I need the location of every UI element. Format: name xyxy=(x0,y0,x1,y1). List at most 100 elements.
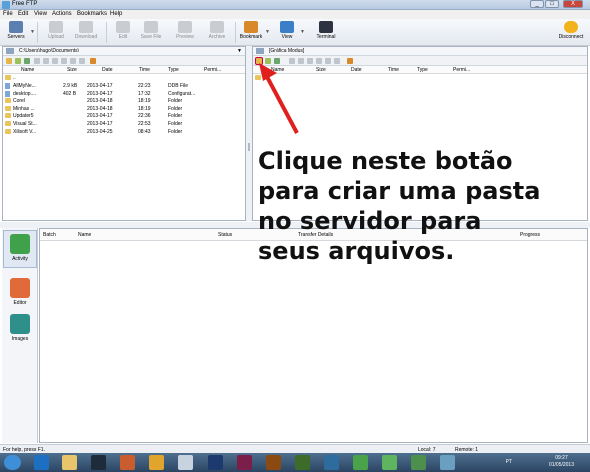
activity-arrows-icon xyxy=(10,234,30,254)
file-date: 2013-04-17 xyxy=(87,83,113,89)
bookmark-small-icon[interactable] xyxy=(90,58,96,64)
copy-icon[interactable] xyxy=(52,58,58,64)
disconnect-button[interactable]: Disconnect xyxy=(555,21,587,45)
upload-button[interactable]: Upload xyxy=(43,21,69,45)
ie-icon[interactable] xyxy=(34,455,49,470)
file-time: 22:36 xyxy=(138,113,151,120)
annotation-line-1: Clique neste botão xyxy=(258,147,513,175)
explorer-icon[interactable] xyxy=(62,455,77,470)
view-dropdown-icon[interactable]: ▼ xyxy=(300,29,305,35)
app-icon[interactable] xyxy=(382,455,397,470)
menu-bookmarks[interactable]: Bookmarks xyxy=(77,11,107,17)
menu-actions[interactable]: Actions xyxy=(52,11,72,17)
new-folder-icon[interactable] xyxy=(6,58,12,64)
activity-label: Activity xyxy=(12,256,28,262)
download-label: Download xyxy=(74,34,98,40)
properties-icon[interactable] xyxy=(43,58,49,64)
delete-icon[interactable] xyxy=(61,58,67,64)
photoshop-icon[interactable] xyxy=(208,455,223,470)
menu-file[interactable]: File xyxy=(3,11,13,17)
up-folder-icon[interactable] xyxy=(24,58,30,64)
servers-dropdown-icon[interactable]: ▼ xyxy=(30,29,35,35)
main-toolbar: Servers ▼ Upload Download Edit Save File… xyxy=(0,19,590,46)
rename-icon[interactable] xyxy=(34,58,40,64)
app-icon[interactable] xyxy=(440,455,455,470)
dreamweaver-icon[interactable] xyxy=(295,455,310,470)
menu-edit[interactable]: Edit xyxy=(18,11,28,17)
menu-view[interactable]: View xyxy=(34,11,47,17)
local-path-bar[interactable]: C:\Users\hugo\Documents\ ▼ xyxy=(3,47,245,56)
col-time[interactable]: Time xyxy=(388,67,399,73)
file-name: Updater5 xyxy=(13,113,34,120)
file-name: Corel xyxy=(13,98,25,105)
filter-icon[interactable] xyxy=(70,58,76,64)
start-button-icon[interactable] xyxy=(4,455,21,470)
editor-nav-button[interactable]: Editor xyxy=(3,278,37,306)
archive-label: Archive xyxy=(208,34,226,40)
server-icon xyxy=(256,48,264,54)
search-icon[interactable] xyxy=(334,58,340,64)
parent-row[interactable]: .. xyxy=(3,75,243,83)
folder-icon xyxy=(5,121,11,126)
archive-button[interactable]: Archive xyxy=(204,21,230,45)
col-size[interactable]: Size xyxy=(67,67,77,73)
view-button[interactable]: View xyxy=(274,21,300,45)
app-icon[interactable] xyxy=(324,455,339,470)
app-icon[interactable] xyxy=(120,455,135,470)
col-permissions[interactable]: Permi... xyxy=(204,67,221,73)
refresh-icon[interactable] xyxy=(15,58,21,64)
col-size[interactable]: Size xyxy=(316,67,326,73)
col-type[interactable]: Type xyxy=(168,67,179,73)
bookmark-dropdown-icon[interactable]: ▼ xyxy=(265,29,270,35)
app-icon[interactable] xyxy=(353,455,368,470)
images-nav-button[interactable]: Images xyxy=(3,314,37,342)
col-status[interactable]: Status xyxy=(218,232,232,238)
ftp-app-icon[interactable] xyxy=(178,455,193,470)
save-file-button[interactable]: Save File xyxy=(138,21,164,45)
language-indicator[interactable]: PT xyxy=(506,459,512,465)
close-button[interactable]: X xyxy=(563,0,583,8)
editor-pencil-icon xyxy=(10,278,30,298)
file-time: 22:53 xyxy=(138,121,151,127)
servers-button[interactable]: Servers xyxy=(3,21,29,45)
edit-button[interactable]: Edit xyxy=(110,21,136,45)
search-icon[interactable] xyxy=(79,58,85,64)
col-name[interactable]: Name xyxy=(21,67,34,73)
toolbar-separator xyxy=(235,22,236,43)
file-time: 22:23 xyxy=(138,83,151,89)
local-path: C:\Users\hugo\Documents\ xyxy=(19,48,80,54)
indesign-icon[interactable] xyxy=(237,455,252,470)
clock[interactable]: 09:27 01/05/2013 xyxy=(549,455,574,469)
menu-bar: File Edit View Actions Bookmarks Help xyxy=(0,10,590,19)
local-file-row[interactable]: Xilisoft V... 2013-04-25 08:43 Folder xyxy=(3,128,243,137)
menu-help[interactable]: Help xyxy=(110,11,122,17)
col-batch[interactable]: Batch xyxy=(43,232,56,238)
filter-icon[interactable] xyxy=(325,58,331,64)
col-type[interactable]: Type xyxy=(417,67,428,73)
folder-icon xyxy=(5,128,11,134)
taskbar: PT 09:27 01/05/2013 xyxy=(0,453,590,472)
terminal-button[interactable]: Terminal xyxy=(313,21,339,45)
file-date: 2013-04-18 xyxy=(87,98,113,105)
illustrator-icon[interactable] xyxy=(266,455,281,470)
download-button[interactable]: Download xyxy=(73,21,99,45)
bookmark-button[interactable]: Bookmark xyxy=(238,21,264,45)
app-icon[interactable] xyxy=(411,455,426,470)
path-dropdown-icon[interactable]: ▼ xyxy=(237,48,242,54)
file-time: 18:19 xyxy=(138,98,151,105)
col-date[interactable]: Date xyxy=(102,67,113,73)
media-icon[interactable] xyxy=(91,455,106,470)
col-permissions[interactable]: Permi... xyxy=(453,67,470,73)
maximize-button[interactable]: □ xyxy=(545,0,559,8)
bookmark-small-icon[interactable] xyxy=(347,58,353,64)
delete-icon[interactable] xyxy=(316,58,322,64)
col-time[interactable]: Time xyxy=(139,67,150,73)
col-date[interactable]: Date xyxy=(351,67,362,73)
file-type: DDB File xyxy=(168,83,189,89)
preview-button[interactable]: Preview xyxy=(172,21,198,45)
col-activity-name[interactable]: Name xyxy=(78,232,91,238)
minimize-button[interactable]: _ xyxy=(530,0,544,8)
file-type: Folder xyxy=(168,121,183,127)
activity-nav-button[interactable]: Activity xyxy=(3,230,37,268)
app-icon[interactable] xyxy=(149,455,164,470)
